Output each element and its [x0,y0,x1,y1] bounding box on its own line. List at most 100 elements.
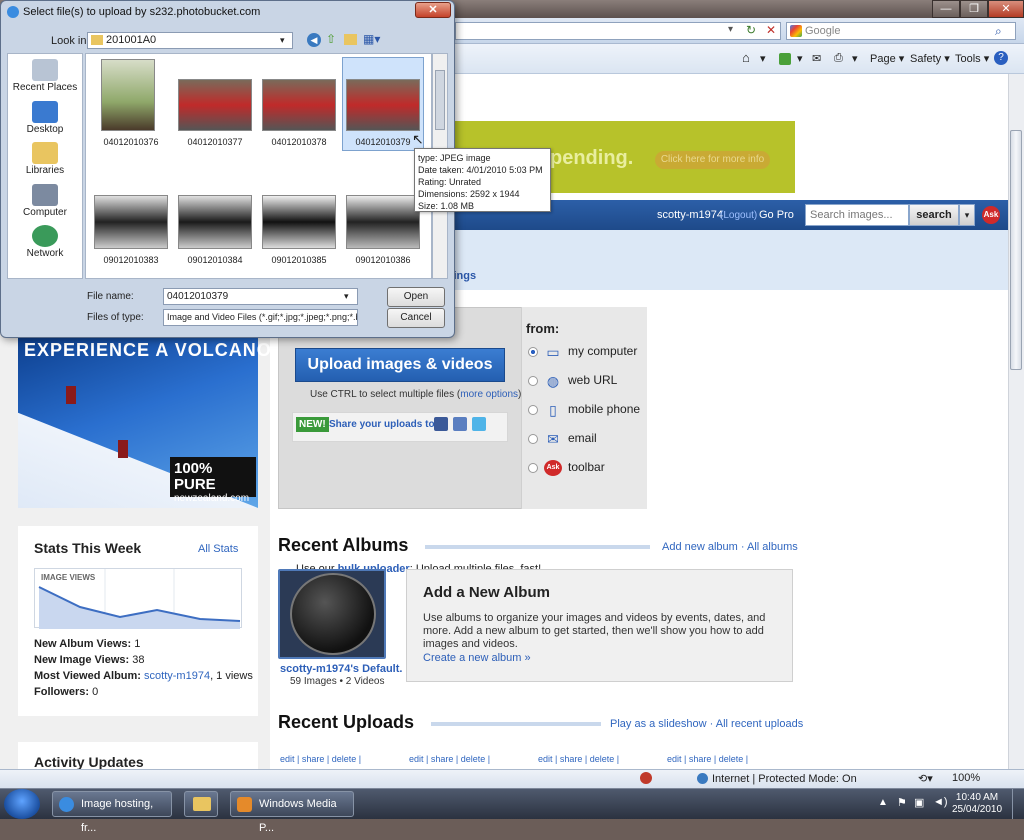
place-libraries[interactable]: Libraries [9,142,81,176]
feeds-dropdown-icon[interactable]: ▾ [797,52,803,65]
radio-icon[interactable] [528,376,538,386]
upload-actions[interactable]: edit | share | delete | [538,754,619,764]
restore-button[interactable]: ❐ [960,0,988,18]
file-item[interactable]: 04012010377 [175,59,255,147]
new-folder-icon[interactable] [344,34,357,45]
taskbar-ie[interactable]: Image hosting, fr... [52,791,172,834]
twitter-icon[interactable] [472,417,486,431]
dialog-close-button[interactable]: ✕ [415,2,451,18]
taskbar-media-player[interactable]: Windows Media P... [230,791,354,834]
search-icon[interactable]: ⌕ [995,23,1002,39]
pb-search-input[interactable]: Search images... [805,204,909,226]
upload-actions[interactable]: edit | share | delete | [667,754,748,764]
album-name-link[interactable]: scotty-m1974's Default. [280,663,402,675]
scroll-thumb[interactable] [435,70,445,130]
views-sparkline [38,569,241,629]
ask-icon[interactable]: Ask [982,206,1000,224]
network-icon[interactable]: ▣ [914,796,924,809]
from-option-web-url[interactable]: ◍ web URL [528,373,617,389]
print-dropdown-icon[interactable]: ▾ [852,52,858,65]
filename-input[interactable]: 04012010379 ▾ [163,288,358,305]
dropdown-icon[interactable]: ▾ [728,24,733,35]
file-tooltip: type: JPEG image Date taken: 4/01/2010 5… [414,148,551,212]
pb-gopro-link[interactable]: Go Pro [759,209,794,221]
clock[interactable]: 10:40 AM 25/04/2010 [952,792,1002,816]
chevron-down-icon[interactable]: ▾ [344,289,349,304]
create-album-link[interactable]: Create a new album » [423,652,531,664]
all-stats-link[interactable]: All Stats [198,543,238,555]
radio-icon[interactable] [528,463,538,473]
album-links[interactable]: Add new album · All albums [662,541,798,553]
place-recent[interactable]: Recent Places [9,59,81,93]
popup-blocker-icon[interactable] [640,772,652,784]
tools-menu[interactable]: Tools ▾ [955,52,989,65]
from-option-email[interactable]: ✉ email [528,431,597,447]
most-viewed-album-link[interactable]: scotty-m1974 [144,670,210,682]
upload-hint-close: ) [518,389,522,400]
show-desktop-button[interactable] [1012,789,1024,819]
protected-mode-icon[interactable]: ⟲▾ [918,772,933,785]
file-item[interactable]: 04012010378 [259,59,339,147]
file-item[interactable]: 04012010376 [91,59,171,147]
from-option-toolbar[interactable]: Ask toolbar [528,460,605,476]
up-folder-icon[interactable]: ⇧ [326,32,336,46]
file-item[interactable]: 09012010385 [259,195,339,265]
back-icon[interactable]: ◀ [307,33,321,47]
tray-arrow-icon[interactable]: ▲ [878,797,888,808]
lookin-select[interactable]: 201001A0 ▾ [87,32,293,49]
place-computer[interactable]: Computer [9,184,81,218]
place-desktop[interactable]: Desktop [9,101,81,135]
open-button[interactable]: Open [387,287,445,307]
from-option-mobile[interactable]: ▯ mobile phone [528,402,640,418]
more-options-link[interactable]: more options [460,389,518,400]
pb-logout-link[interactable]: (Logout) [720,210,757,221]
help-icon[interactable]: ? [994,51,1008,65]
flag-icon[interactable]: ⚑ [897,796,907,809]
zoom-level[interactable]: 100% [952,772,980,784]
file-item[interactable]: 09012010386 [343,195,423,265]
stop-icon[interactable]: ✕ [766,23,776,37]
volume-icon[interactable]: ◄) [933,796,948,808]
address-field[interactable]: ▾ ↻ ✕ [455,22,781,40]
filetype-select[interactable]: Image and Video Files (*.gif;*.jpg;*.jpe… [163,309,358,326]
close-button[interactable]: ✕ [988,0,1024,18]
page-scrollbar-thumb[interactable] [1010,130,1022,370]
print-icon[interactable]: ⎙ [834,52,843,65]
stat-value: 1 [134,638,141,650]
file-item-selected[interactable]: 04012010379 [343,59,423,147]
upload-actions[interactable]: edit | share | delete | [409,754,490,764]
ad-more-info-button[interactable]: Click here for more info [655,151,770,169]
radio-icon[interactable] [528,347,538,357]
file-item[interactable]: 09012010384 [175,195,255,265]
upload-images-button[interactable]: Upload images & videos [295,348,505,382]
feeds-icon[interactable] [779,53,791,65]
pb-search-button[interactable]: search [909,204,959,226]
mail-icon[interactable]: ✉ [812,52,821,65]
minimize-button[interactable]: — [932,0,960,18]
myspace-icon[interactable] [453,417,467,431]
place-network[interactable]: Network [9,225,81,259]
ie-search-input[interactable]: Google ⌕ [786,22,1016,40]
radio-icon[interactable] [528,405,538,415]
from-option-computer[interactable]: ▭ my computer [528,344,637,360]
upload-actions[interactable]: edit | share | delete | [280,754,361,764]
file-name: 09012010384 [187,255,243,265]
cancel-button[interactable]: Cancel [387,308,445,328]
radio-icon[interactable] [528,434,538,444]
search-dropdown-icon[interactable]: ▾ [959,204,975,226]
facebook-icon[interactable] [434,417,448,431]
view-menu-icon[interactable]: ▦▾ [363,32,380,46]
globe-icon: ◍ [546,373,560,389]
file-item[interactable]: 09012010383 [91,195,171,265]
home-icon[interactable]: ⌂ [742,50,750,65]
explorer-taskbar-button[interactable] [184,791,218,817]
page-menu[interactable]: Page ▾ [870,52,904,65]
start-button[interactable] [4,789,40,819]
refresh-icon[interactable]: ↻ [746,23,756,37]
upload-links[interactable]: Play as a slideshow · All recent uploads [610,718,803,730]
safety-menu[interactable]: Safety ▾ [910,52,950,65]
folder-icon [193,797,211,811]
home-dropdown-icon[interactable]: ▾ [760,52,766,65]
pb-username[interactable]: scotty-m1974 [657,209,723,221]
chevron-down-icon[interactable]: ▾ [280,33,285,48]
